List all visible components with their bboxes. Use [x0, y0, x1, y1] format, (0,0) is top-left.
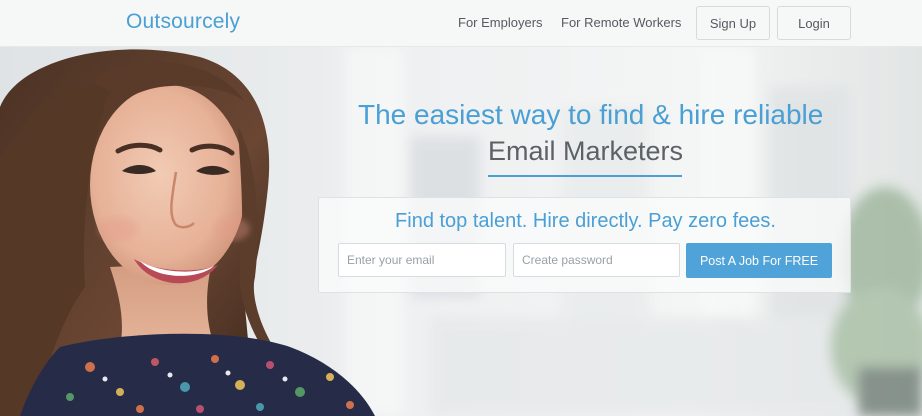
- hero-tagline: Find top talent. Hire directly. Pay zero…: [395, 210, 776, 232]
- signup-panel: Find top talent. Hire directly. Pay zero…: [318, 197, 851, 293]
- password-input[interactable]: [513, 243, 680, 277]
- site-logo[interactable]: Outsourcely: [126, 10, 240, 34]
- headline-role: Email Marketers: [488, 136, 684, 166]
- post-job-button[interactable]: Post A Job For FREE: [686, 243, 832, 278]
- headline-underline: [488, 175, 682, 177]
- sign-up-button[interactable]: Sign Up: [696, 6, 770, 40]
- nav-for-remote-workers[interactable]: For Remote Workers: [561, 15, 681, 30]
- login-button[interactable]: Login: [777, 6, 851, 40]
- headline-line-1: The easiest way to find & hire reliable: [358, 99, 824, 130]
- top-nav-bar: Outsourcely For Employers For Remote Wor…: [0, 0, 922, 47]
- nav-for-employers[interactable]: For Employers: [458, 15, 543, 30]
- email-input[interactable]: [338, 243, 506, 277]
